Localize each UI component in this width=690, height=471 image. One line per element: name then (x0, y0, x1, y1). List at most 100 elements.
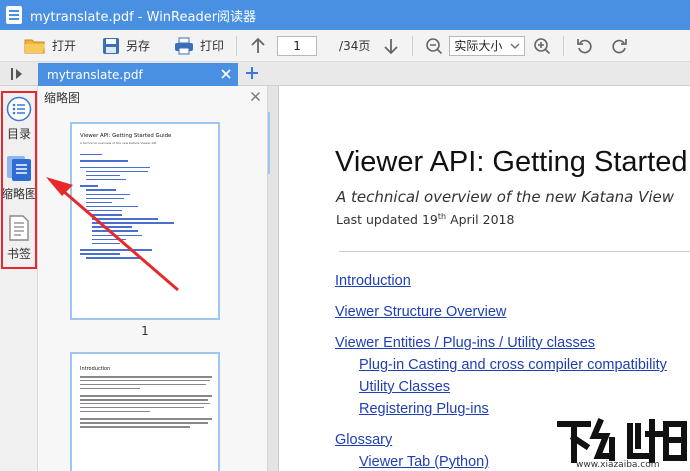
thumbnail-line (86, 209, 122, 212)
page-edge-indicator (268, 112, 270, 174)
sidebar-item-label: 书签 (6, 247, 31, 261)
thumbnail-line (86, 174, 120, 177)
page-total: /34页 (339, 39, 371, 53)
sidebar-item-label: 缩略图 (0, 187, 37, 201)
list-icon (6, 96, 32, 122)
divider (339, 251, 690, 252)
page-number-input[interactable]: 1 (277, 35, 318, 56)
app-icon (6, 6, 22, 24)
thumbnail-title: Viewer API: Getting Started Guide (80, 133, 172, 139)
thumbnail-text-line (80, 410, 150, 413)
updated-suffix: April 2018 (446, 212, 515, 228)
chevron-down-icon (510, 43, 520, 49)
thumbnail-text-line (80, 402, 210, 405)
rotate-right-icon (612, 38, 628, 53)
print-label: 打印 (200, 39, 225, 53)
thumbnail-line (80, 185, 98, 187)
thumbnail-line (86, 257, 142, 259)
tab-document[interactable]: mytranslate.pdf (38, 63, 238, 86)
thumbnail-line (86, 170, 148, 173)
thumbnail-page-2[interactable]: Introduction (70, 352, 220, 471)
next-page-button[interactable] (378, 33, 404, 59)
updated-sup: th (437, 212, 447, 221)
thumbnail-line (92, 234, 142, 236)
bookmark-icon (9, 215, 29, 241)
thumbnail-line (92, 218, 158, 220)
toc-link-plugin-casting[interactable]: Plug-in Casting and cross compiler compa… (359, 357, 667, 373)
arrow-down-icon (384, 38, 399, 54)
thumbnail-page-number: 1 (141, 324, 149, 338)
thumbnail-line (86, 201, 112, 204)
thumbnail-line (80, 253, 120, 255)
sidebar-item-bookmarks[interactable]: 书签 (0, 214, 38, 262)
thumbnail-line (86, 205, 138, 208)
thumbnail-line (86, 193, 130, 196)
arrow-up-icon (251, 37, 265, 53)
sidebar-item-contents[interactable]: 目录 (0, 96, 38, 142)
updated-prefix: Last updated 19 (336, 212, 438, 228)
thumbnail-text-line (80, 387, 140, 390)
thumbnail-text-line (80, 418, 212, 420)
thumbnail-line (92, 230, 138, 232)
icon-sidebar: 目录 缩略图 书签 (0, 86, 38, 471)
toc-link-introduction[interactable]: Introduction (335, 273, 411, 289)
save-as-button[interactable]: 另存 (98, 33, 154, 59)
tab-label: mytranslate.pdf (47, 67, 143, 82)
watermark-url: www.xiazaiba.com (576, 460, 660, 470)
thumbnail-line (86, 197, 124, 200)
thumbnail-heading: Introduction (80, 366, 111, 372)
thumbnail-line (80, 249, 152, 251)
thumbnail-text-line (80, 422, 208, 424)
open-label: 打开 (52, 39, 77, 53)
thumbnail-text-line (80, 383, 206, 386)
thumbnail-line (92, 242, 120, 245)
toc-link-utility-classes[interactable]: Utility Classes (359, 379, 450, 395)
tab-bar: mytranslate.pdf (0, 62, 690, 86)
thumbnail-line (86, 178, 126, 181)
thumbnail-line (92, 226, 132, 228)
sidebar-item-label: 目录 (6, 127, 31, 141)
thumbnail-text-line (80, 426, 190, 428)
zoom-out-icon (426, 37, 443, 54)
thumbnail-line (92, 238, 126, 241)
plus-icon[interactable] (245, 66, 259, 80)
toolbar-divider (563, 35, 565, 56)
save-as-label: 另存 (126, 39, 151, 53)
toc-link-viewer-entities[interactable]: Viewer Entities / Plug-ins / Utility cla… (335, 335, 595, 351)
title-bar: mytranslate.pdf - WinReader阅读器 (0, 0, 690, 30)
sidebar-item-thumbnails[interactable]: 缩略图 (0, 154, 38, 202)
thumbnail-panel: 缩略图 Viewer API: Getting Started Guide A … (38, 86, 268, 471)
document-updated: Last updated 19th April 2018 (336, 212, 514, 227)
open-button[interactable]: 打开 (20, 33, 80, 59)
close-icon[interactable] (250, 91, 261, 102)
thumbnail-text-line (80, 406, 204, 409)
window-title: mytranslate.pdf - WinReader阅读器 (30, 9, 257, 25)
toc-link-glossary[interactable]: Glossary (335, 432, 392, 448)
toc-link-structure-overview[interactable]: Viewer Structure Overview (335, 304, 506, 320)
zoom-select[interactable]: 实际大小 (449, 35, 526, 56)
panel-toggle-icon[interactable] (10, 67, 24, 81)
thumbnail-line (92, 222, 174, 224)
zoom-value: 实际大小 (454, 39, 503, 53)
save-icon (103, 37, 120, 54)
thumbnail-line (80, 160, 128, 162)
thumbnail-line (80, 166, 150, 169)
print-button[interactable]: 打印 (170, 33, 228, 59)
thumbnail-panel-title: 缩略图 (44, 90, 81, 105)
folder-icon (24, 39, 45, 53)
toolbar: 打开 另存 打印 1 /34页 实际大小 (0, 30, 690, 62)
zoom-out-button[interactable] (421, 33, 447, 59)
close-icon[interactable] (220, 68, 232, 80)
prev-page-button[interactable] (245, 33, 271, 59)
thumbnail-panel-header: 缩略图 (38, 86, 267, 108)
toc-link-registering-plugins[interactable]: Registering Plug-ins (359, 401, 489, 417)
toc-link-viewer-tab[interactable]: Viewer Tab (Python) (359, 454, 489, 470)
zoom-in-icon (534, 37, 551, 54)
zoom-in-button[interactable] (529, 33, 555, 59)
rotate-left-button[interactable] (572, 33, 598, 59)
thumbnail-page-1[interactable]: Viewer API: Getting Started Guide A tech… (70, 122, 220, 320)
document-title: Viewer API: Getting Started (335, 146, 688, 178)
toolbar-divider (236, 35, 238, 56)
rotate-right-button[interactable] (606, 33, 632, 59)
thumbnail-line (86, 189, 116, 191)
